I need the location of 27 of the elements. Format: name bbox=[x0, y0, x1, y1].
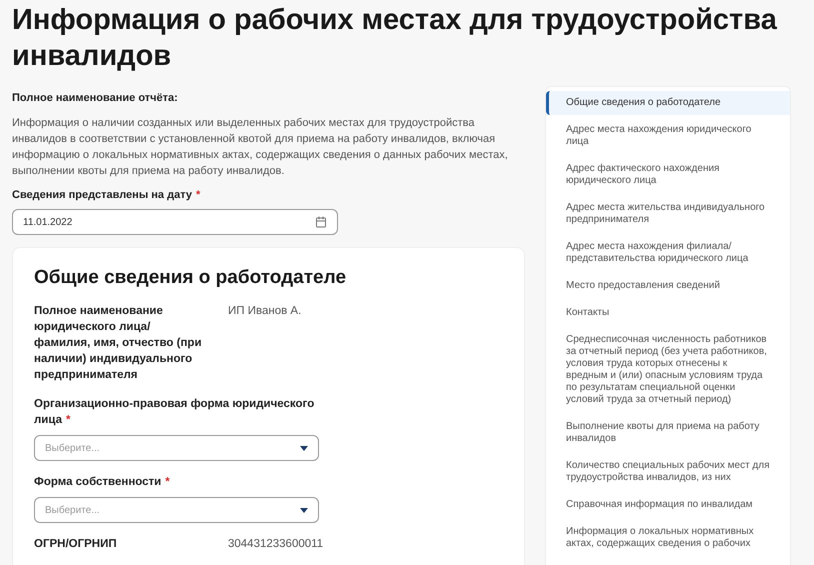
nav-item[interactable]: Адрес места жительства индивидуального предпринимателя bbox=[546, 196, 790, 232]
nav-item[interactable]: Контакты bbox=[546, 301, 790, 325]
section-title: Общие сведения о работодателе bbox=[34, 266, 348, 290]
nav-item[interactable]: Адрес места нахождения юридического лица bbox=[546, 118, 790, 154]
nav-item[interactable]: Справочная информация по инвалидам bbox=[546, 493, 790, 517]
nav-item[interactable]: Информация о локальных нормативных актах, содержащих сведения о рабочих bbox=[546, 520, 790, 556]
field-label: ОГРН/ОГРНИП bbox=[34, 537, 118, 552]
nav-item[interactable]: Адрес места нахождения филиала/ представительства юридического лица bbox=[546, 235, 790, 271]
caret-icon bbox=[300, 508, 308, 512]
nav-item[interactable]: Общие сведения о работодателе bbox=[546, 91, 790, 115]
nav-item[interactable]: Выполнение квоты для приема на работу инвалидов bbox=[546, 415, 790, 451]
field-label: Форма собственности * bbox=[34, 475, 171, 490]
field-value: ИП Иванов А. bbox=[228, 304, 302, 319]
report-name-label: Полное наименование отчёта: bbox=[12, 91, 179, 106]
field-label: Полное наименование юридического лица/ фамилия, имя, отчество (при наличии) индивидуального предпринимателя bbox=[34, 304, 203, 383]
field-value: 304431233600011 bbox=[228, 537, 324, 552]
field-label: Организационно-правовая форма юридического лица * bbox=[34, 397, 316, 428]
nav-item[interactable]: Среднесписочная численность работников за отчетный период (без учета работников, условия труда которых отнесены к вредным и (или) опасным условиям труда по результатам специальной оценки условий труда за отчетный период) bbox=[546, 328, 790, 412]
nav-item[interactable]: Адрес фактического нахождения юридического лица bbox=[546, 157, 790, 193]
date-field[interactable]: 11.01.2022 bbox=[12, 209, 338, 235]
nav-item[interactable]: Место предоставления сведений bbox=[546, 274, 790, 298]
calendar-icon bbox=[315, 216, 327, 228]
caret-icon bbox=[300, 446, 308, 450]
nav-item[interactable]: Количество специальных рабочих мест для трудоустройства инвалидов, из них bbox=[546, 454, 790, 490]
page-title: Информация о рабочих местах для трудоустройства инвалидов bbox=[12, 3, 778, 74]
date-label: Сведения представлены на дату * bbox=[12, 188, 202, 202]
report-name-text: Информация о наличии созданных или выделенных рабочих местах для трудоустройства инвалидов в соответствии с установленной квотой для приема на работу инвалидов, включая информацию о локальных нормативных актах, содержащих сведения о данных рабочих местах, выполнении квоты для приема на работу инвалидов. bbox=[12, 116, 509, 178]
